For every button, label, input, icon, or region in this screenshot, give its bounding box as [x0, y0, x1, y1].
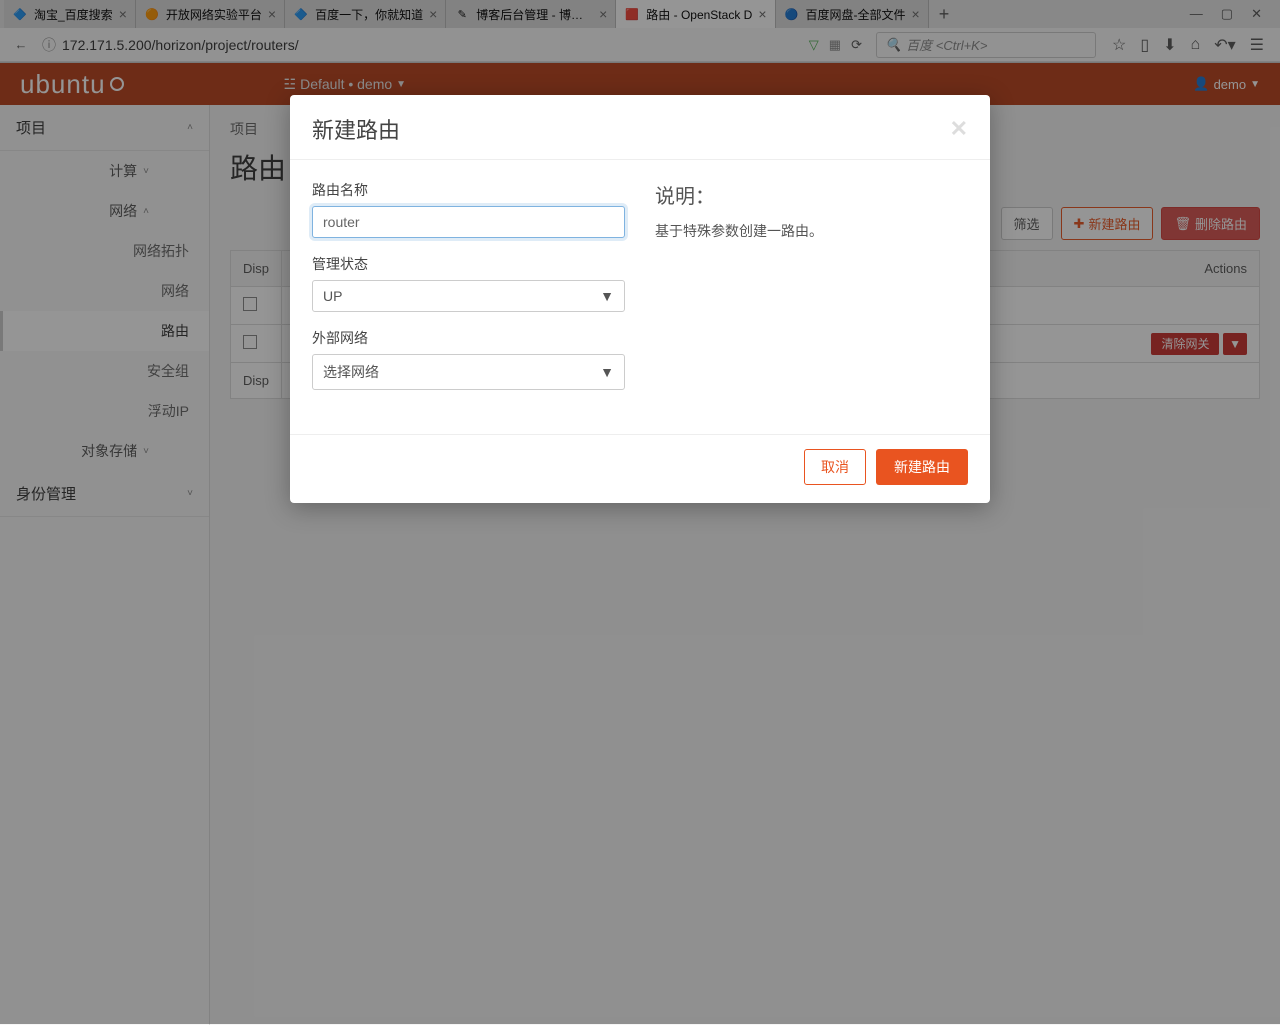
chevron-down-icon: ▼	[600, 364, 614, 380]
close-icon[interactable]: ✕	[950, 116, 968, 142]
external-network-select[interactable]: 选择网络▼	[312, 354, 625, 390]
description-text: 基于特殊参数创建一路由。	[655, 221, 968, 241]
router-name-input[interactable]	[312, 206, 625, 238]
admin-state-label: 管理状态	[312, 254, 625, 274]
description-title: 说明：	[655, 180, 968, 209]
modal-overlay[interactable]: 新建路由 ✕ 路由名称 管理状态 UP▼ 外部网络 选择网络▼ 说明：	[0, 0, 1280, 1024]
modal-title: 新建路由	[312, 113, 400, 145]
create-router-modal: 新建路由 ✕ 路由名称 管理状态 UP▼ 外部网络 选择网络▼ 说明：	[290, 95, 990, 503]
submit-button[interactable]: 新建路由	[876, 449, 968, 485]
admin-state-select[interactable]: UP▼	[312, 280, 625, 312]
router-name-label: 路由名称	[312, 180, 625, 200]
cancel-button[interactable]: 取消	[804, 449, 866, 485]
chevron-down-icon: ▼	[600, 288, 614, 304]
external-network-label: 外部网络	[312, 328, 625, 348]
